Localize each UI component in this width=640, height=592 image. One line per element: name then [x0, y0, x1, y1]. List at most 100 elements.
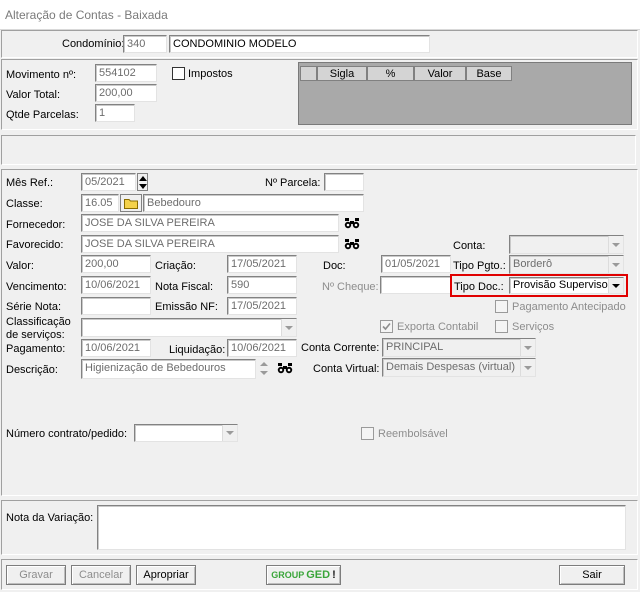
scroll-up-icon[interactable]: [260, 362, 268, 366]
binoculars-icon: [344, 218, 360, 229]
emissao-field[interactable]: 17/05/2021: [227, 297, 297, 315]
cancelar-button[interactable]: Cancelar: [71, 565, 131, 585]
grid-header-base[interactable]: Base: [466, 66, 512, 81]
mes-ref-spinner[interactable]: [137, 173, 148, 191]
n-cheque-label: Nº Cheque:: [322, 281, 379, 293]
conta-label: Conta:: [453, 240, 486, 252]
nota-fiscal-field[interactable]: 590: [227, 276, 297, 294]
vencimento-label: Vencimento:: [6, 281, 67, 293]
descricao-label: Descrição:: [6, 364, 58, 376]
tipo-doc-label: Tipo Doc.:: [454, 281, 504, 293]
doc-field[interactable]: 01/05/2021: [381, 255, 451, 273]
spin-down-icon[interactable]: [139, 184, 147, 189]
apropriar-button[interactable]: Apropriar: [136, 565, 196, 585]
tipo-pgto-select[interactable]: Borderô: [509, 255, 624, 274]
favorecido-search-button[interactable]: [341, 235, 363, 253]
pagamento-field[interactable]: 10/06/2021: [81, 339, 151, 357]
folder-icon: [124, 198, 138, 209]
condominio-label: Condomínio:: [62, 38, 125, 50]
contrato-select[interactable]: [134, 424, 238, 442]
conta-virtual-select[interactable]: Demais Despesas (virtual): [382, 358, 536, 377]
qtde-parcelas-field[interactable]: 1: [95, 104, 135, 122]
classe-code-field[interactable]: 16.05: [81, 194, 119, 212]
ged-group-text: GROUP: [271, 570, 305, 580]
liquidacao-field[interactable]: 10/06/2021: [227, 339, 297, 357]
exporta-contabil-label: Exporta Contabil: [397, 321, 479, 333]
n-parcela-label: Nº Parcela:: [265, 177, 321, 189]
grid-corner-header: [300, 66, 317, 81]
condominio-code-field[interactable]: 340: [123, 35, 167, 53]
reembolsavel-label: Reembolsável: [378, 428, 448, 440]
criacao-field[interactable]: 17/05/2021: [227, 255, 297, 273]
serie-label: Série Nota:: [6, 301, 62, 313]
qtde-parcelas-label: Qtde Parcelas:: [6, 109, 79, 121]
binoculars-icon: [344, 239, 360, 250]
classe-name-field[interactable]: Bebedouro: [143, 194, 364, 212]
info-panel: [1, 135, 636, 165]
n-parcela-field[interactable]: [324, 173, 364, 191]
servicos-checkbox[interactable]: [495, 320, 508, 333]
scroll-down-icon[interactable]: [260, 371, 268, 375]
mes-ref-label: Mês Ref.:: [6, 177, 54, 189]
pag-antecipado-label: Pagamento Antecipado: [512, 301, 626, 313]
servicos-label: Serviços: [512, 321, 555, 333]
contrato-label: Número contrato/pedido:: [6, 428, 128, 440]
mes-ref-field[interactable]: 05/2021: [81, 173, 136, 191]
grid-header-sigla[interactable]: Sigla: [317, 66, 367, 81]
impostos-label: Impostos: [188, 68, 233, 80]
ged-button[interactable]: GROUP GED!: [266, 565, 341, 585]
favorecido-field[interactable]: JOSE DA SILVA PEREIRA: [81, 235, 339, 253]
classificacao-select[interactable]: [81, 318, 297, 337]
tipo-doc-select[interactable]: Provisão Supervisor: [509, 277, 624, 294]
condominio-name-field[interactable]: CONDOMINIO MODELO: [169, 35, 430, 53]
n-cheque-field[interactable]: [380, 276, 451, 294]
grid-header-percent[interactable]: %: [367, 66, 414, 81]
serie-field[interactable]: [81, 297, 151, 315]
pagamento-label: Pagamento:: [6, 343, 66, 355]
descricao-field[interactable]: Higienização de Bebedouros: [81, 359, 256, 379]
descricao-search-button[interactable]: [274, 359, 296, 377]
sair-button[interactable]: Sair: [559, 565, 625, 585]
classe-folder-button[interactable]: [120, 194, 142, 212]
exporta-contabil-checkbox[interactable]: [380, 320, 393, 333]
movimento-field[interactable]: 554102: [95, 64, 157, 82]
binoculars-icon: [277, 363, 293, 374]
nota-variacao-textarea[interactable]: [97, 505, 626, 550]
movimento-label: Movimento nº:: [6, 69, 77, 81]
fornecedor-search-button[interactable]: [341, 214, 363, 232]
emissao-label: Emissão NF:: [155, 301, 218, 313]
ged-bang-text: !: [332, 569, 336, 581]
doc-label: Doc:: [323, 260, 346, 272]
impostos-checkbox[interactable]: [172, 67, 185, 80]
ged-text: GED: [306, 569, 331, 581]
descricao-scroll[interactable]: [258, 359, 270, 379]
grid-header-valor[interactable]: Valor: [414, 66, 466, 81]
conta-corrente-label: Conta Corrente:: [301, 342, 380, 354]
nota-fiscal-label: Nota Fiscal:: [155, 281, 214, 293]
fornecedor-field[interactable]: JOSE DA SILVA PEREIRA: [81, 214, 339, 232]
valor-label: Valor:: [6, 260, 34, 272]
liquidacao-label: Liquidação:: [169, 344, 226, 356]
fornecedor-label: Fornecedor:: [6, 219, 66, 231]
vencimento-field[interactable]: 10/06/2021: [81, 276, 151, 294]
criacao-label: Criação:: [155, 260, 196, 272]
title-bar: Alteração de Contas - Baixada: [0, 0, 640, 30]
window-title: Alteração de Contas - Baixada: [5, 8, 168, 22]
pag-antecipado-checkbox[interactable]: [495, 300, 508, 313]
favorecido-label: Favorecido:: [6, 239, 64, 251]
conta-corrente-select[interactable]: PRINCIPAL: [382, 338, 536, 357]
classificacao-label-2: de serviços:: [6, 329, 65, 341]
conta-virtual-label: Conta Virtual:: [313, 363, 380, 375]
tipo-pgto-label: Tipo Pgto.:: [453, 260, 506, 272]
valor-total-field[interactable]: 200,00: [95, 84, 157, 102]
gravar-button[interactable]: Gravar: [6, 565, 66, 585]
classe-label: Classe:: [6, 198, 43, 210]
checkmark-icon: [382, 322, 391, 331]
conta-select[interactable]: [509, 235, 624, 254]
valor-field[interactable]: 200,00: [81, 255, 151, 273]
spin-up-icon[interactable]: [139, 176, 147, 181]
nota-variacao-label: Nota da Variação:: [6, 512, 94, 524]
classificacao-label-1: Classificação: [6, 316, 71, 328]
reembolsavel-checkbox[interactable]: [361, 427, 374, 440]
valor-total-label: Valor Total:: [6, 89, 61, 101]
